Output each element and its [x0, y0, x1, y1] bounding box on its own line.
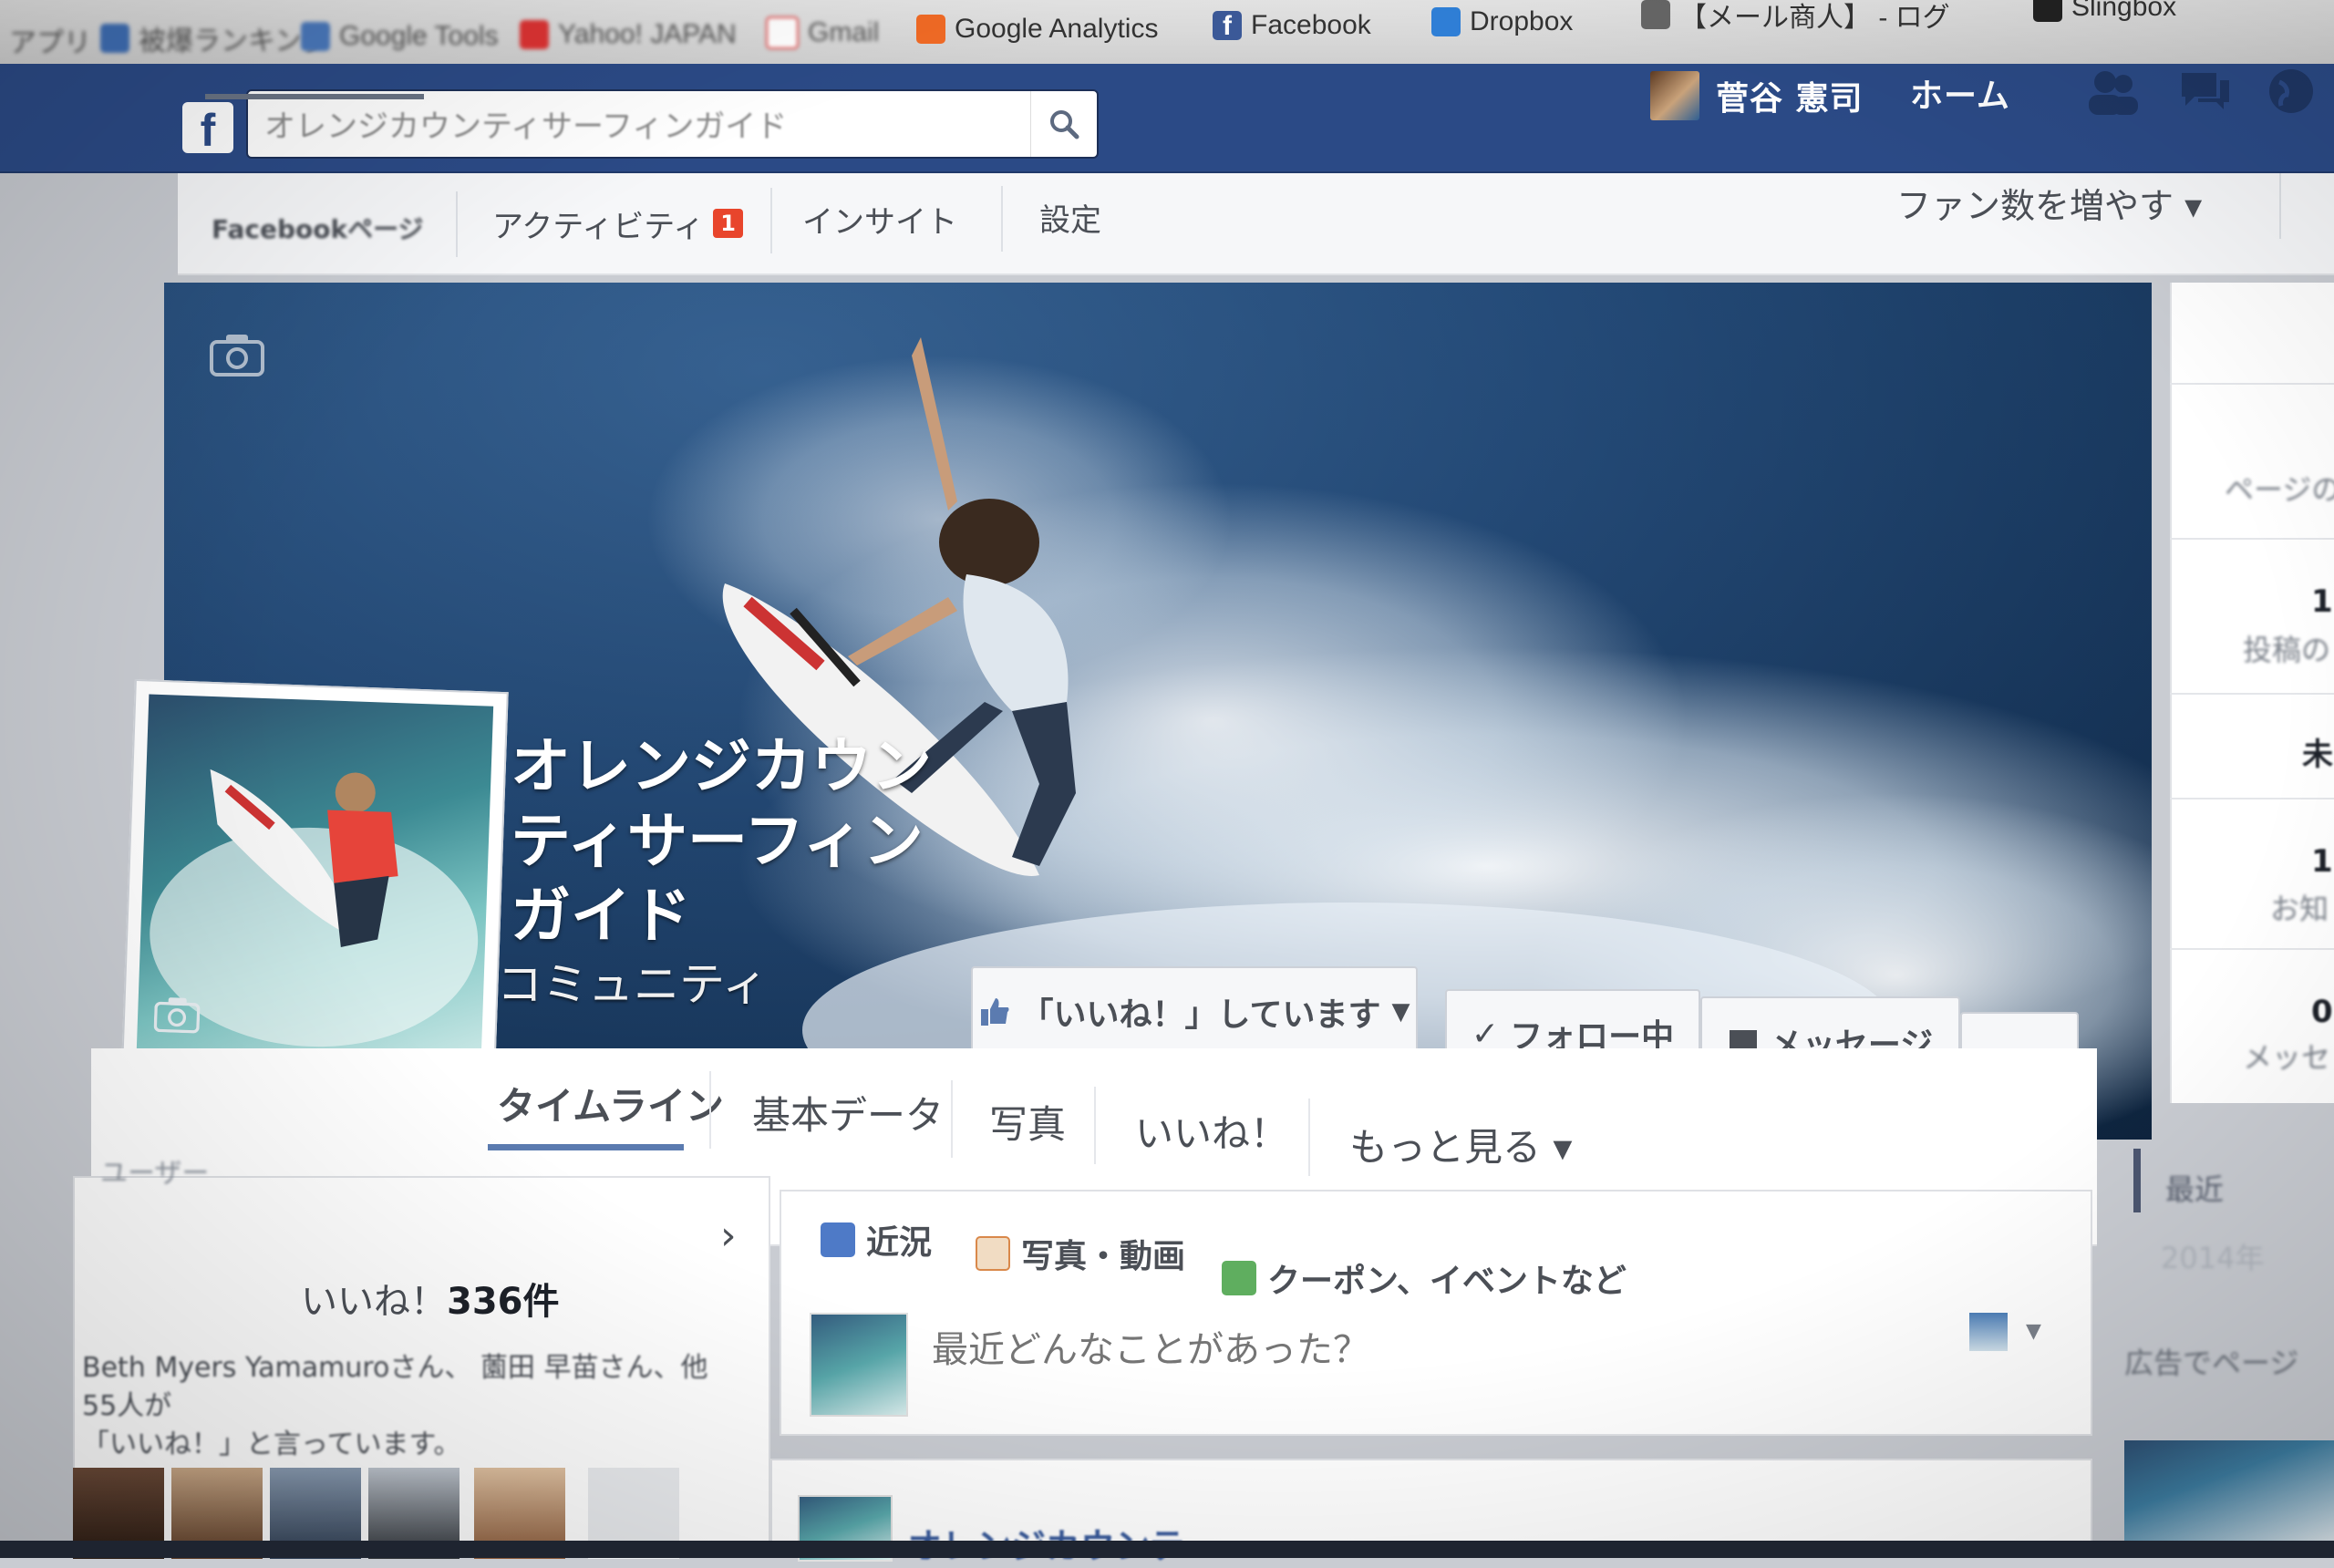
message-count[interactable]: 0 [2311, 994, 2333, 1030]
friend-requests-icon[interactable] [2083, 64, 2143, 119]
composer-tab-offer-event[interactable]: クーポン、イベントなど [1222, 1251, 1627, 1305]
offer-icon [1222, 1261, 1256, 1295]
likes-count[interactable]: いいね！336件 [301, 1272, 560, 1325]
tab-insights[interactable]: インサイト [802, 191, 957, 246]
tab-activity[interactable]: アクティビティ 1 [492, 196, 743, 251]
ad-promo-title[interactable]: 広告でページ [2124, 1340, 2298, 1382]
bookmark-slingbox[interactable]: Slingbox [2033, 0, 2176, 27]
tab-likes[interactable]: いいね！ [1135, 1094, 1288, 1167]
notification-label: お知 [2270, 892, 2329, 926]
section-title: ユーザー [100, 1158, 210, 1190]
active-tab-indicator [488, 1144, 684, 1150]
avatar [1650, 71, 1699, 120]
tab-divider [1094, 1087, 1096, 1164]
liked-button[interactable]: 「いいね！」しています ▼ [971, 966, 1418, 1057]
page-avatar-thumb [810, 1313, 908, 1417]
bookmark-apps[interactable]: アプリ [9, 20, 91, 60]
grow-audience-dropdown[interactable]: ファン数を増やす ▾ [1896, 175, 2202, 230]
tab-divider [770, 188, 772, 253]
camera-icon[interactable] [210, 333, 264, 377]
camera-icon[interactable] [153, 995, 201, 1034]
yahoo-icon [520, 20, 549, 49]
bookmark-yahoo[interactable]: Yahoo! JAPAN [520, 15, 737, 55]
divider [2170, 383, 2334, 385]
bookmark-google-tools[interactable]: Google Tools [301, 16, 499, 57]
composer-tab-photo-video[interactable]: 写真・動画 [976, 1226, 1185, 1281]
timeline-scrubber-marker [2133, 1149, 2141, 1212]
analytics-icon [916, 15, 945, 44]
search-icon[interactable] [1030, 91, 1097, 157]
facebook-icon: f [1213, 11, 1242, 41]
divider [2170, 538, 2334, 540]
divider [2170, 798, 2334, 799]
gmail-icon [766, 16, 799, 49]
messages-icon[interactable] [2174, 64, 2235, 119]
page-stat-label: ページの [2225, 472, 2334, 507]
folder-icon [301, 22, 330, 51]
tab-settings[interactable]: 設定 [1039, 190, 1101, 244]
post-reach-count[interactable]: 1 [2311, 583, 2333, 620]
post-reach-label: 投稿の [2243, 633, 2331, 667]
tab-timeline[interactable]: タイムライン [497, 1067, 724, 1140]
message-label: メッセ [2243, 1040, 2331, 1075]
at-icon [1641, 0, 1670, 29]
home-link[interactable]: ホーム [1910, 69, 2010, 117]
tab-divider [709, 1071, 711, 1149]
search-box [246, 89, 1099, 159]
unread-count[interactable]: 未 [2302, 729, 2333, 774]
composer-tab-status[interactable]: 近況 [821, 1212, 932, 1267]
photo-icon [976, 1236, 1010, 1271]
page-category: コミュニティ [497, 958, 768, 1011]
notifications-globe-icon[interactable] [2261, 64, 2321, 119]
pencil-icon [821, 1222, 855, 1257]
profile-image [135, 694, 494, 1088]
bookmark-ranking[interactable]: 被爆ランキング [100, 18, 329, 58]
tab-photos[interactable]: 写真 [989, 1085, 1066, 1158]
tab-divider [951, 1080, 953, 1158]
tab-divider [1001, 186, 1003, 252]
tab-divider [1308, 1099, 1310, 1176]
user-profile-link[interactable]: 菅谷 憲司 [1650, 71, 1864, 120]
chevron-down-icon: ▼ [1391, 998, 1410, 1026]
friends-who-like: Beth Myers Yamamuroさん、 薗田 早苗さん、他55人が 「いい… [82, 1352, 708, 1460]
user-name: 菅谷 憲司 [1716, 80, 1864, 118]
page-title: オレンジカウンティサーフィンガイド [511, 731, 932, 951]
profile-picture[interactable] [120, 678, 509, 1103]
facebook-logo[interactable]: f [182, 102, 233, 153]
slingbox-icon [2033, 0, 2062, 22]
thumbs-up-icon [980, 998, 1009, 1026]
search-input[interactable] [248, 91, 1030, 155]
status-input[interactable] [930, 1317, 1754, 1383]
active-tab-indicator [205, 94, 424, 99]
divider [2170, 693, 2334, 695]
tab-more[interactable]: もっと見る ▾ [1349, 1108, 1572, 1181]
folder-icon [100, 24, 129, 53]
ad-promo-image[interactable] [2124, 1440, 2334, 1541]
audience-selector-icon[interactable] [1969, 1313, 2008, 1351]
bookmarks-bar: アプリ 被爆ランキング Google Tools Yahoo! JAPAN Gm… [0, 0, 2334, 65]
scrubber-year[interactable]: 2014年 [2161, 1235, 2264, 1277]
tab-about[interactable]: 基本データ [752, 1076, 944, 1149]
tab-facebook-page[interactable]: Facebookページ [212, 201, 424, 255]
divider [2170, 948, 2334, 950]
bookmark-dropbox[interactable]: Dropbox [1431, 2, 1573, 42]
chevron-down-icon[interactable]: ▼ [2026, 1320, 2041, 1343]
screen-bezel [0, 1541, 2334, 1558]
facebook-top-bar: f 菅谷 憲司 ホーム [0, 64, 2334, 173]
notification-badge: 1 [713, 209, 743, 238]
bookmark-mail-shonin[interactable]: 【メール商人】 - ログ [1641, 0, 1950, 35]
tab-divider [2279, 173, 2281, 239]
bookmark-gmail[interactable]: Gmail [766, 13, 879, 53]
scrubber-recent[interactable]: 最近 [2165, 1167, 2224, 1209]
bookmark-google-analytics[interactable]: Google Analytics [916, 9, 1158, 49]
tab-divider [456, 191, 458, 257]
chevron-right-icon[interactable]: › [720, 1212, 737, 1259]
bookmark-facebook[interactable]: f Facebook [1213, 5, 1371, 46]
check-icon: ✓ [1471, 1015, 1500, 1053]
dropbox-icon [1431, 7, 1461, 36]
notification-count[interactable]: 1 [2311, 843, 2333, 880]
